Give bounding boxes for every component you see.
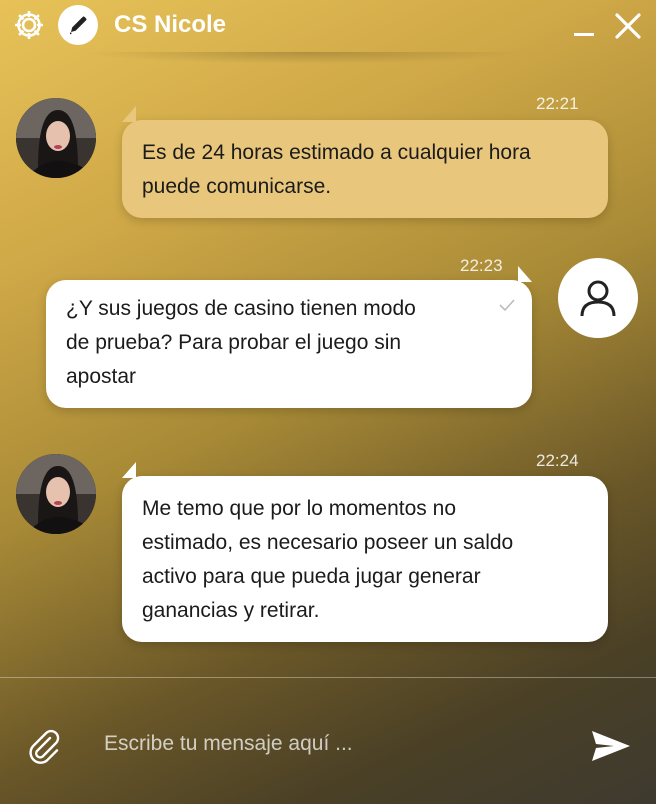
message-timestamp: 22:24 — [536, 451, 579, 470]
gear-icon[interactable] — [12, 8, 46, 42]
message-timestamp: 22:21 — [536, 94, 579, 113]
message-timestamp: 22:23 — [460, 256, 503, 275]
agent-avatar — [16, 98, 96, 178]
user-message-bubble: ¿Y sus juegos de casino tienen modo de p… — [46, 266, 532, 408]
message-text: Me temo que por lo momentos no estimado,… — [142, 497, 514, 622]
message-composer — [0, 678, 656, 804]
message-text: Es de 24 horas estimado a cualquier hora… — [142, 141, 531, 198]
chat-header: CS Nicole — [0, 0, 656, 52]
sent-check-icon — [499, 299, 515, 312]
agent-message-bubble: Es de 24 horas estimado a cualquier hora… — [122, 106, 608, 218]
message-input[interactable] — [92, 722, 586, 766]
message-text: ¿Y sus juegos de casino tienen modo de p… — [66, 297, 416, 388]
scroll-shadow — [80, 52, 530, 64]
pencil-icon[interactable] — [58, 5, 98, 45]
agent-avatar — [16, 454, 96, 534]
minimize-icon[interactable] — [572, 14, 596, 38]
close-icon[interactable] — [612, 10, 644, 42]
agent-name-title: CS Nicole — [114, 11, 227, 38]
agent-message-bubble: Me temo que por lo momentos no estimado,… — [122, 462, 608, 642]
send-icon[interactable] — [588, 728, 632, 764]
user-avatar — [558, 258, 638, 338]
attachment-icon[interactable] — [26, 728, 62, 764]
user-icon — [580, 280, 616, 317]
